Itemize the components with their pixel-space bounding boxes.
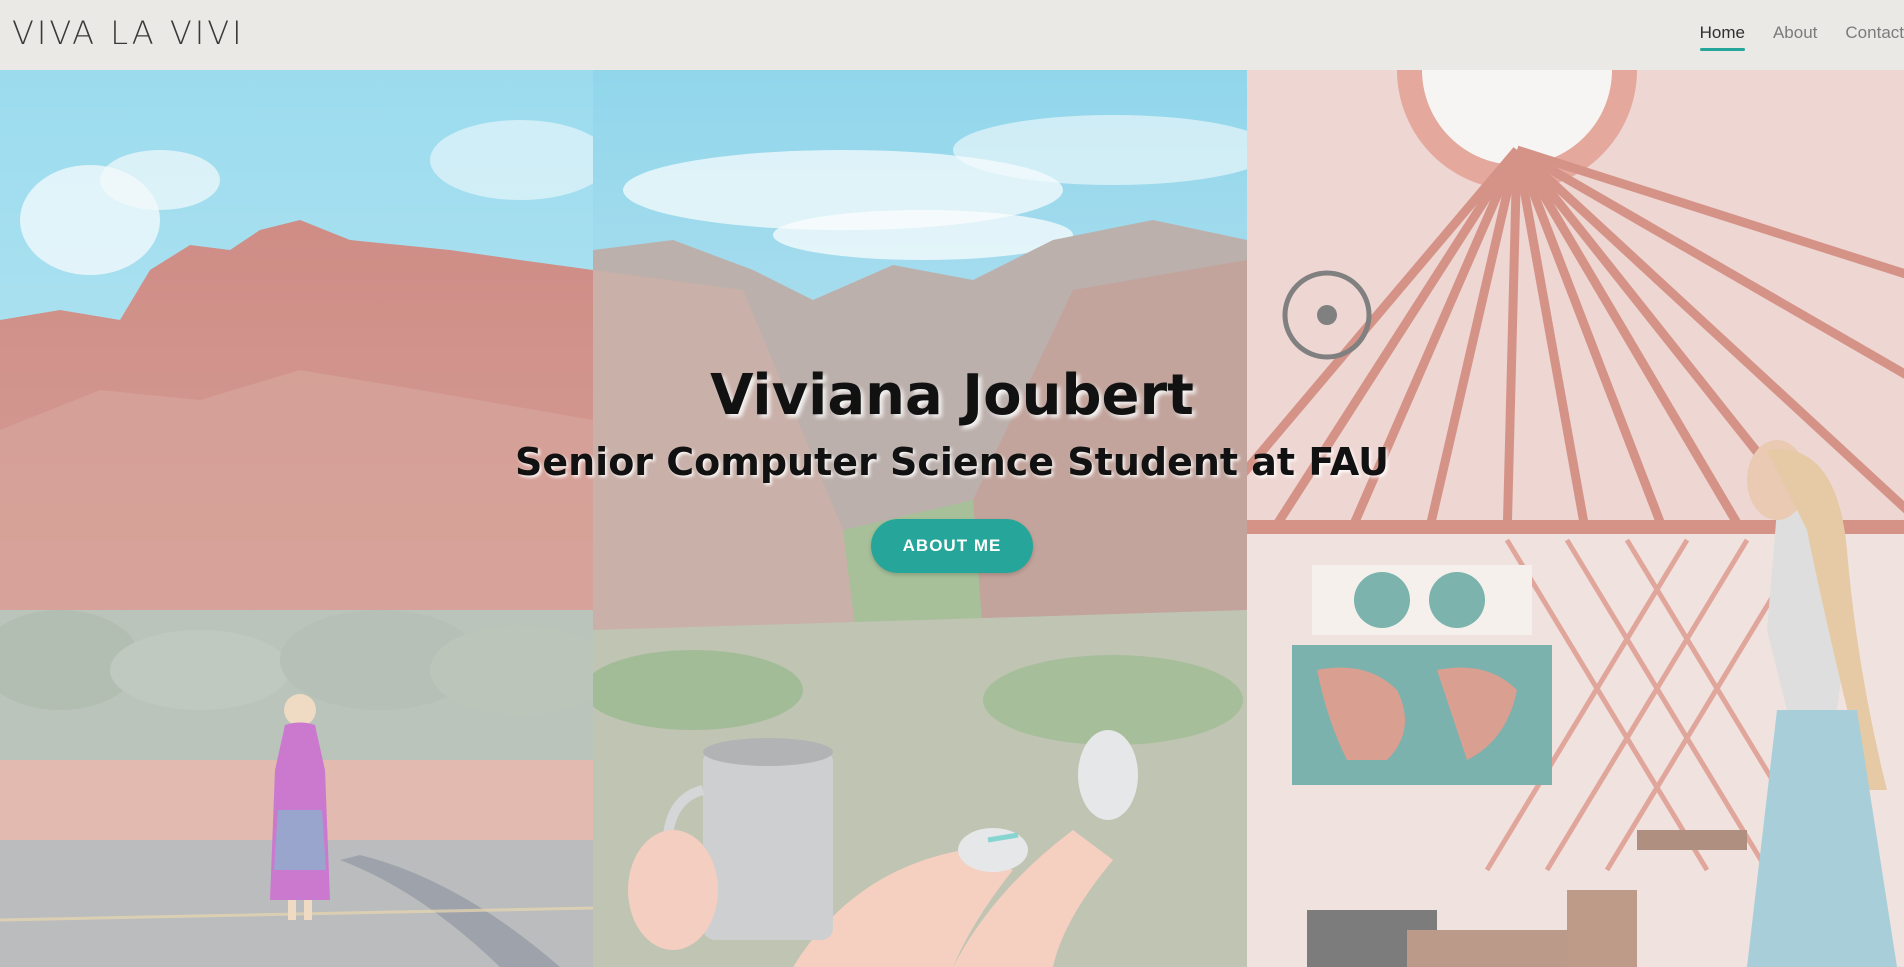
nav-contact[interactable]: Contact xyxy=(1845,19,1904,51)
hero-title: Viviana Joubert xyxy=(710,363,1194,428)
top-navbar: VIVA LA VIVI Home About Contact xyxy=(0,0,1904,70)
main-nav: Home About Contact xyxy=(1699,0,1904,70)
about-me-button[interactable]: ABOUT ME xyxy=(871,519,1033,573)
nav-home[interactable]: Home xyxy=(1699,19,1746,51)
nav-about[interactable]: About xyxy=(1773,19,1817,51)
hero-subtitle: Senior Computer Science Student at FAU xyxy=(514,440,1390,484)
hero-section: Viviana Joubert Senior Computer Science … xyxy=(0,70,1904,967)
hero-content: Viviana Joubert Senior Computer Science … xyxy=(0,70,1904,967)
brand-logo[interactable]: VIVA LA VIVI xyxy=(12,14,245,52)
